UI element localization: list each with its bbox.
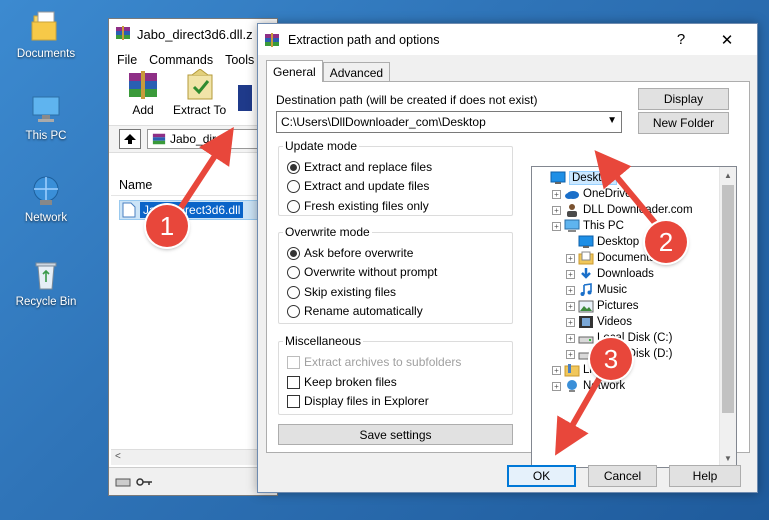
annotation-badge-2: 2 bbox=[645, 221, 687, 263]
annotation-arrows bbox=[175, 126, 659, 456]
arrow-3 bbox=[555, 370, 606, 456]
annotation-badge-1: 1 bbox=[146, 205, 188, 247]
arrow-1 bbox=[175, 126, 234, 214]
annotation-badge-3: 3 bbox=[590, 338, 632, 380]
arrow-2 bbox=[594, 150, 659, 226]
tab-general[interactable]: General bbox=[266, 60, 323, 82]
